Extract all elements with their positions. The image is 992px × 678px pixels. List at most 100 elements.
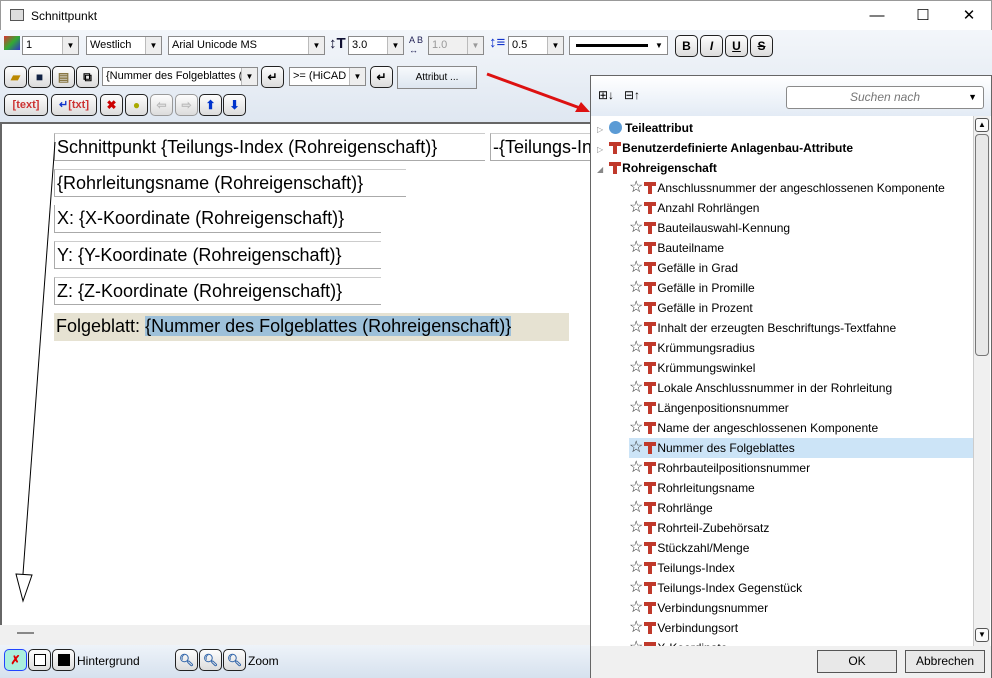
zoom-out-button[interactable]: 🔍︎: [175, 649, 198, 671]
tree-group[interactable]: ▷ Benutzerdefinierte Anlagenbau-Attribute: [597, 138, 853, 158]
delete-button[interactable]: ✖: [100, 94, 123, 116]
collapse-all-icon[interactable]: ⊟↑: [624, 88, 640, 102]
tree-scrollbar[interactable]: ▲ ▼: [973, 116, 990, 646]
zoom-reset-button[interactable]: 🔍︎: [223, 649, 246, 671]
tree-item[interactable]: ☆ Rohrlänge: [629, 498, 717, 518]
attribute-select[interactable]: {Nummer des Folgeblattes (R ▼: [102, 67, 258, 86]
tree-item[interactable]: ☆ Krümmungsradius: [629, 338, 759, 358]
star-icon[interactable]: ☆: [629, 239, 643, 256]
tree-item[interactable]: ☆ Krümmungswinkel: [629, 358, 759, 378]
star-icon[interactable]: ☆: [629, 559, 643, 576]
no-background-button[interactable]: ✗: [4, 649, 27, 671]
resize-grip[interactable]: [17, 632, 34, 634]
height-select[interactable]: 3.0 ▼: [348, 36, 404, 55]
tree-item[interactable]: ☆ Verbindungsnummer: [629, 598, 772, 618]
cancel-button[interactable]: Abbrechen: [905, 650, 985, 673]
tree-item[interactable]: ☆ Lokale Anschlussnummer in der Rohrleitu…: [629, 378, 896, 398]
font-select[interactable]: Arial Unicode MS ▼: [168, 36, 325, 55]
insert-operator-button[interactable]: ↵: [370, 66, 393, 88]
tree-item[interactable]: ☆ Name der angeschlossenen Komponente: [629, 418, 882, 438]
scroll-thumb[interactable]: [975, 134, 989, 356]
star-icon[interactable]: ☆: [629, 479, 643, 496]
zoom-in-button[interactable]: 🔍︎: [199, 649, 222, 671]
star-icon[interactable]: ☆: [629, 179, 643, 196]
tree-group[interactable]: ▷ Teileattribut: [597, 118, 693, 138]
star-icon[interactable]: ☆: [629, 419, 643, 436]
star-icon[interactable]: ☆: [629, 279, 643, 296]
line-spacing-select[interactable]: 0.5 ▼: [508, 36, 564, 55]
expanded-arrow-icon[interactable]: ◢: [597, 165, 603, 174]
tree-item[interactable]: ☆ Stückzahl/Menge: [629, 538, 753, 558]
star-icon[interactable]: ☆: [629, 499, 643, 516]
star-icon[interactable]: ☆: [629, 319, 643, 336]
tree-item[interactable]: ☆ Inhalt der erzeugten Beschriftungs-Text…: [629, 318, 900, 338]
operator-select[interactable]: >= (HiCAD ▼: [289, 67, 366, 86]
star-icon[interactable]: ☆: [629, 299, 643, 316]
tree-item[interactable]: ☆ Nummer des Folgeblattes: [629, 438, 973, 458]
star-icon[interactable]: ☆: [629, 639, 643, 646]
close-button[interactable]: ✕: [946, 1, 992, 31]
star-icon[interactable]: ☆: [629, 459, 643, 476]
star-icon[interactable]: ☆: [629, 579, 643, 596]
tree-item[interactable]: ☆ Rohrleitungsname: [629, 478, 759, 498]
tree-item[interactable]: ☆ Gefälle in Promille: [629, 278, 759, 298]
expand-all-icon[interactable]: ⊞↓: [598, 88, 614, 102]
paste-button[interactable]: ▤: [52, 66, 75, 88]
scroll-down-button[interactable]: ▼: [975, 628, 989, 642]
direction-select[interactable]: Westlich ▼: [86, 36, 162, 55]
attribute-tree[interactable]: ▷ Teileattribut ▷ Benutzerdefinierte Anlage…: [591, 116, 973, 646]
collapsed-arrow-icon[interactable]: ▷: [597, 125, 603, 134]
star-icon[interactable]: ☆: [629, 219, 643, 236]
underline-button[interactable]: U: [725, 35, 748, 57]
link-button[interactable]: ●: [125, 94, 148, 116]
star-icon[interactable]: ☆: [629, 439, 643, 456]
bold-button[interactable]: B: [675, 35, 698, 57]
black-background-button[interactable]: [52, 649, 75, 671]
text-editor[interactable]: Schnittpunkt {Teilungs-Index (Rohreigens…: [0, 122, 610, 625]
insert-newline-text-button[interactable]: ↵[txt]: [51, 94, 97, 116]
tree-group[interactable]: ◢ Rohreigenschaft: [597, 158, 717, 178]
tree-item[interactable]: ☆ Teilungs-Index Gegenstück: [629, 578, 806, 598]
star-icon[interactable]: ☆: [629, 359, 643, 376]
tree-item[interactable]: ☆ Teilungs-Index: [629, 558, 739, 578]
tree-item[interactable]: ☆X-Koordinate: [629, 638, 731, 646]
tree-item[interactable]: ☆ Gefälle in Grad: [629, 258, 742, 278]
open-button[interactable]: ▰: [4, 66, 27, 88]
strikethrough-button[interactable]: S: [750, 35, 773, 57]
tree-item[interactable]: ☆ Gefälle in Prozent: [629, 298, 757, 318]
star-icon[interactable]: ☆: [629, 339, 643, 356]
ok-button[interactable]: OK: [817, 650, 897, 673]
tree-item[interactable]: ☆ Bauteilname: [629, 238, 728, 258]
star-icon[interactable]: ☆: [629, 379, 643, 396]
star-icon[interactable]: ☆: [629, 539, 643, 556]
minimize-button[interactable]: —: [854, 1, 900, 31]
copy-button[interactable]: ⧉: [76, 66, 99, 88]
tree-item[interactable]: ☆ Verbindungsort: [629, 618, 742, 638]
move-down-button[interactable]: ⬇: [223, 94, 246, 116]
maximize-button[interactable]: ☐: [900, 1, 946, 31]
star-icon[interactable]: ☆: [629, 599, 643, 616]
layer-select[interactable]: 1 ▼: [22, 36, 79, 55]
scroll-up-button[interactable]: ▲: [975, 118, 989, 132]
tree-item[interactable]: ☆ Längenpositionsnummer: [629, 398, 793, 418]
tree-item[interactable]: ☆ Anschlussnummer der angeschlossenen Kom…: [629, 178, 949, 198]
line-style-select[interactable]: ▼: [569, 36, 668, 55]
star-icon[interactable]: ☆: [629, 519, 643, 536]
white-background-button[interactable]: [28, 649, 51, 671]
insert-attribute-button[interactable]: ↵: [261, 66, 284, 88]
move-up-button[interactable]: ⬆: [199, 94, 222, 116]
star-icon[interactable]: ☆: [629, 619, 643, 636]
tree-item[interactable]: ☆ Anzahl Rohrlängen: [629, 198, 763, 218]
attribut-button[interactable]: Attribut ...: [397, 66, 477, 89]
collapsed-arrow-icon[interactable]: ▷: [597, 145, 603, 154]
search-combo[interactable]: Suchen nach ▼: [786, 86, 984, 109]
tree-item[interactable]: ☆ Rohrbauteilpositionsnummer: [629, 458, 814, 478]
insert-text-button[interactable]: [text]: [4, 94, 48, 116]
tree-item[interactable]: ☆ Rohrteil-Zubehörsatz: [629, 518, 773, 538]
star-icon[interactable]: ☆: [629, 399, 643, 416]
tree-item[interactable]: ☆ Bauteilauswahl-Kennung: [629, 218, 794, 238]
star-icon[interactable]: ☆: [629, 259, 643, 276]
save-button[interactable]: ■: [28, 66, 51, 88]
italic-button[interactable]: I: [700, 35, 723, 57]
star-icon[interactable]: ☆: [629, 199, 643, 216]
